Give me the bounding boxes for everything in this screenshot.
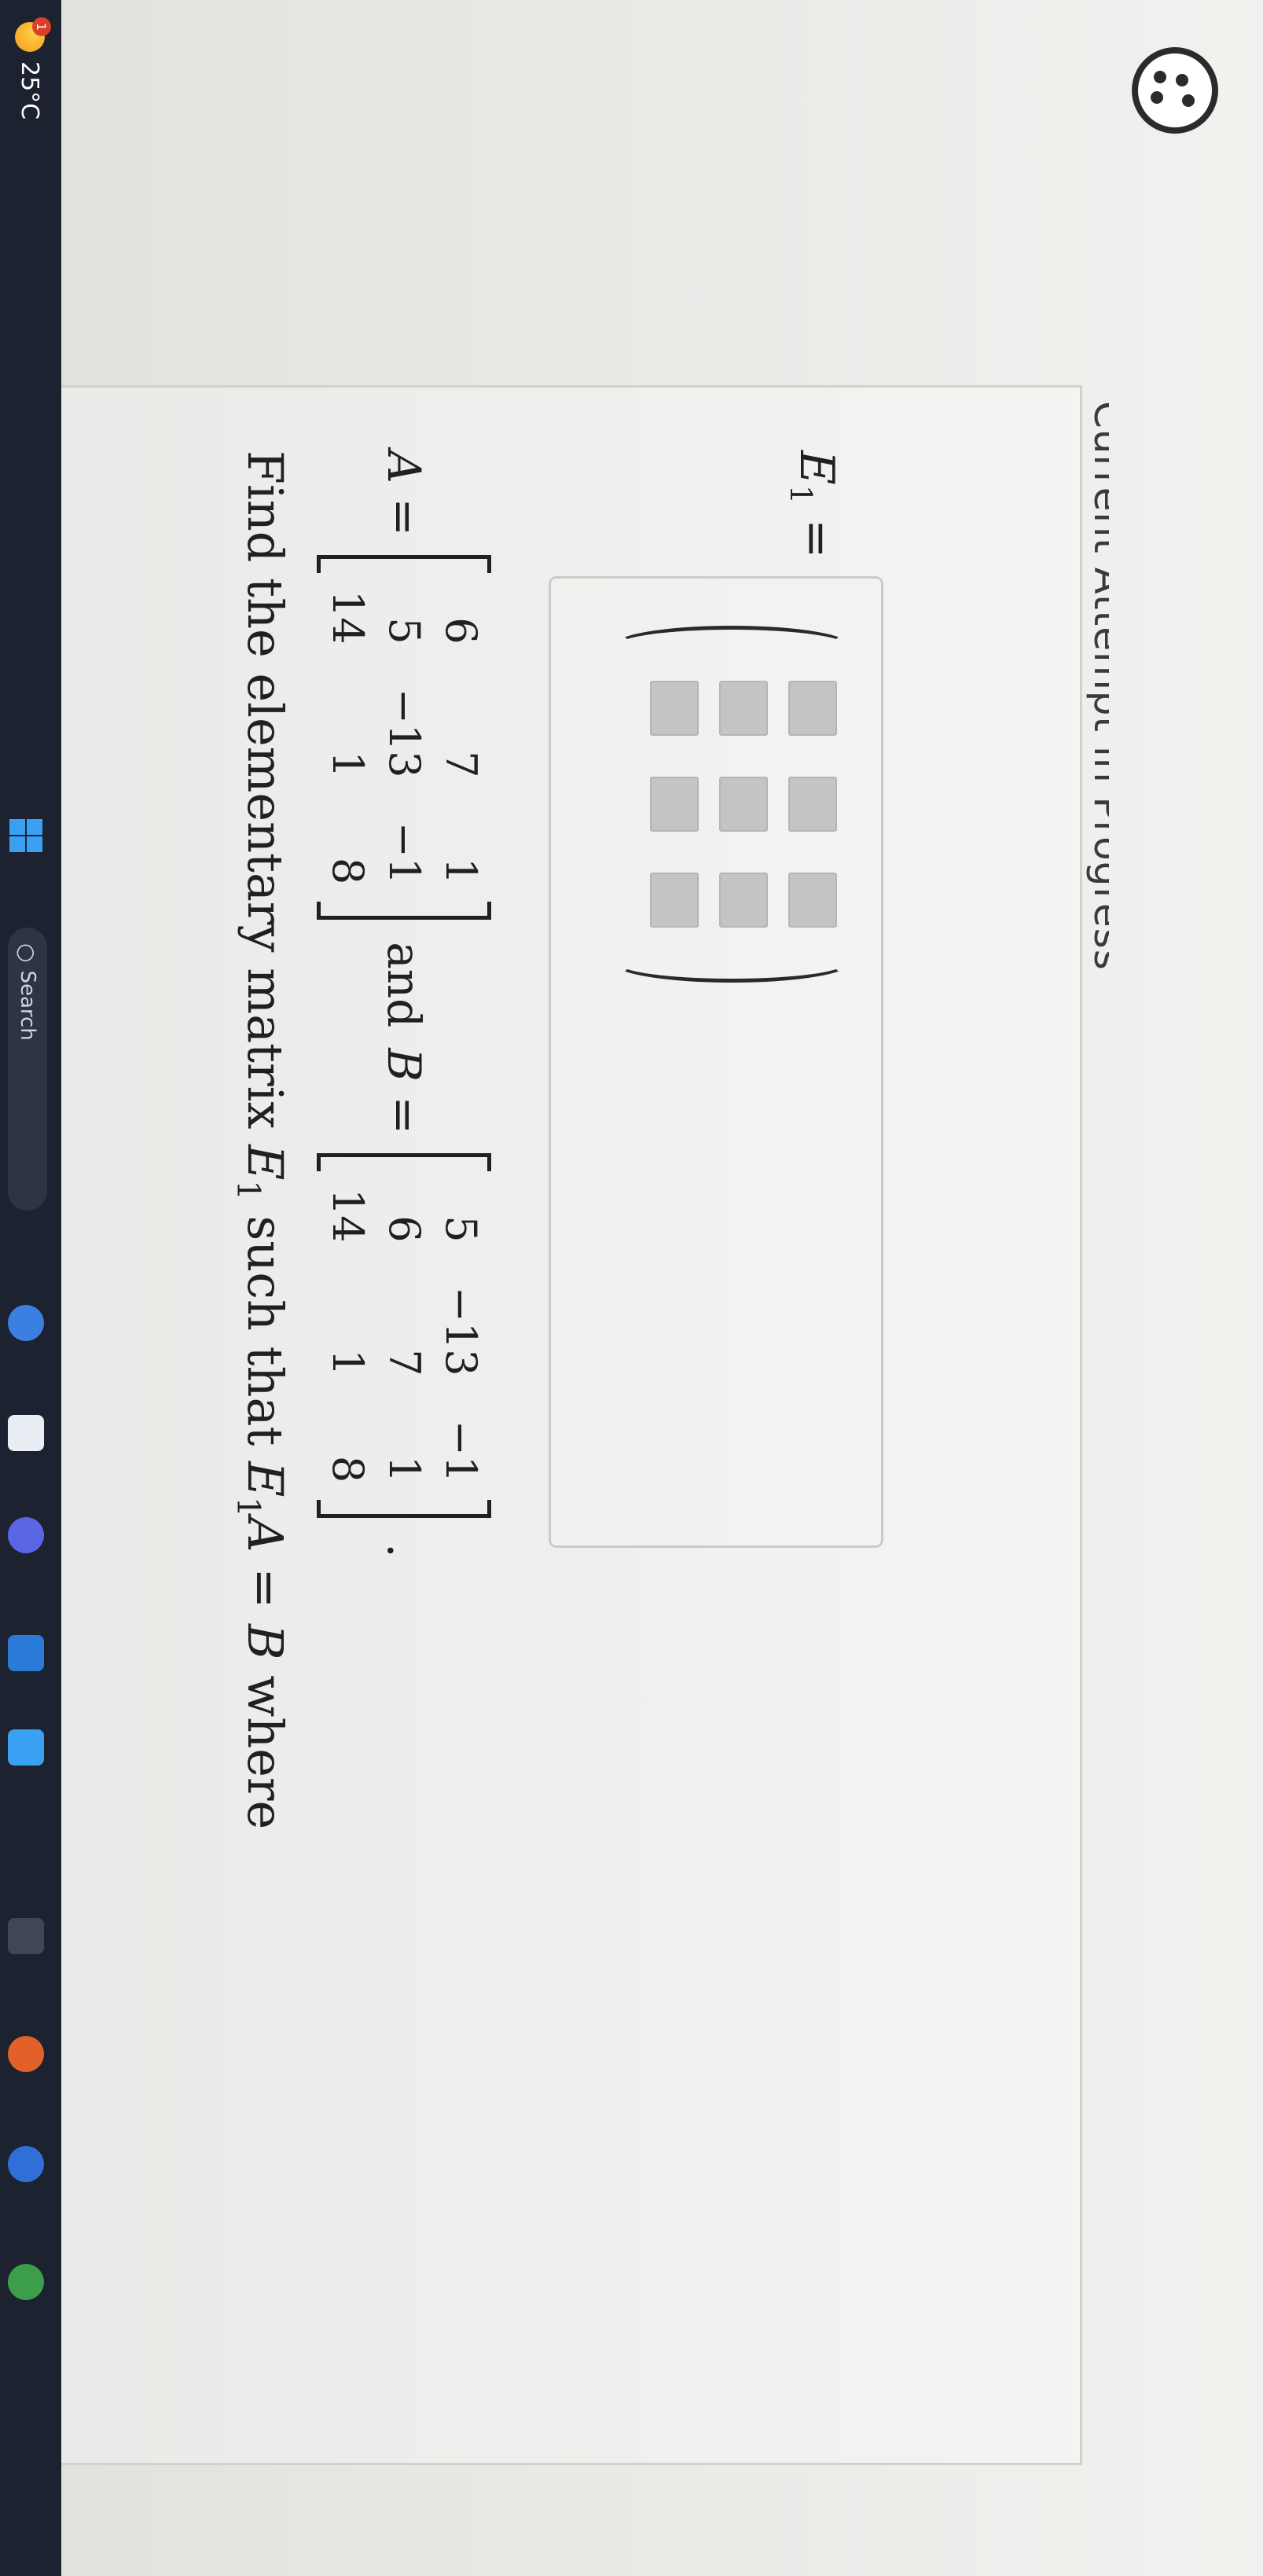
answer-cell-field[interactable]	[721, 778, 766, 830]
answer-cell-field[interactable]	[790, 874, 835, 926]
app-icon[interactable]	[8, 1918, 44, 1954]
left-bracket	[317, 1152, 491, 1171]
weather-widget[interactable]: 1 25°C	[5, 17, 55, 120]
weather-temperature: 25°C	[16, 61, 44, 120]
search-label: Search	[16, 970, 39, 1041]
question-panel: Find the elementary matrix E1 such that …	[0, 385, 1082, 2465]
browser-icon[interactable]	[8, 1305, 44, 1341]
matrix-a-entry: 8	[323, 857, 373, 885]
answer-cell-field[interactable]	[652, 874, 697, 926]
search-icon: ○	[14, 943, 41, 963]
equation-e-subscript: 1	[229, 1497, 266, 1517]
equation-a: A =	[237, 1516, 294, 1624]
answer-cell-field[interactable]	[652, 778, 697, 830]
answer-cell-input[interactable]	[650, 873, 699, 928]
matrix-a-entry: 5	[380, 617, 429, 645]
file-icon[interactable]	[8, 1415, 44, 1451]
palette-icon[interactable]	[1132, 47, 1218, 134]
answer-cell-input[interactable]	[650, 777, 699, 832]
equation-b: B	[237, 1623, 294, 1660]
screen: Current Attempt in Progress Find the ele…	[0, 0, 1263, 2576]
answer-cell-input[interactable]	[719, 777, 768, 832]
answer-cell-input[interactable]	[719, 873, 768, 928]
matrix-b-entry: −13	[436, 1286, 486, 1376]
prompt-text-middle: such that	[237, 1200, 294, 1462]
answer-label-equals: =	[789, 504, 844, 559]
matrix-b-entry: 8	[323, 1455, 373, 1483]
matrices-definition: A = 6 7 1 5 −13 −1 14 1 8 and B = 5 −13 −1 6 7 1 14 1 8 …	[310, 450, 498, 1558]
equation-e: E	[237, 1461, 294, 1497]
matrix-a-entries: 6 7 1 5 −13 −1 14 1 8	[317, 573, 491, 902]
prompt-text-end: where	[237, 1659, 294, 1830]
question-prompt: Find the elementary matrix E1 such that …	[230, 450, 294, 1829]
sun-icon: 1	[15, 17, 51, 52]
firefox-icon[interactable]	[8, 2036, 44, 2072]
matrix-b-entry: 14	[323, 1188, 373, 1243]
store-icon[interactable]	[8, 1635, 44, 1671]
matrix-a-label: A =	[377, 450, 431, 536]
right-bracket	[317, 1500, 491, 1519]
matrix-b-entry: 7	[380, 1349, 429, 1376]
matrix-a-entry: 7	[436, 751, 486, 778]
matrix-b-entry: −1	[436, 1420, 486, 1483]
matrix-a-entry: −1	[380, 821, 429, 885]
answer-cell-field[interactable]	[652, 682, 697, 734]
period: .	[377, 1543, 431, 1558]
answer-cell-input[interactable]	[788, 777, 837, 832]
app-icon[interactable]	[8, 2146, 44, 2182]
app-icon[interactable]	[8, 1517, 44, 1553]
and-word: and	[377, 942, 431, 1028]
taskbar: 1 25°C ○ Search	[0, 0, 61, 2576]
right-paren	[614, 943, 850, 983]
matrix-b-entry: 6	[380, 1215, 429, 1243]
matrix-b-entries: 5 −13 −1 6 7 1 14 1 8	[317, 1171, 491, 1500]
attempt-status-header: Current Attempt in Progress	[1085, 401, 1131, 971]
answer-label-e: E	[789, 450, 844, 485]
matrix-b-entry: 5	[436, 1215, 486, 1243]
matrix-a-entry: −13	[380, 688, 429, 778]
matrix-b: 5 −13 −1 6 7 1 14 1 8	[317, 1152, 491, 1519]
answer-cell-field[interactable]	[721, 682, 766, 734]
answer-label: E1 =	[784, 450, 844, 558]
matrix-a-label-text: A =	[377, 450, 431, 536]
matrix-b-label: B =	[377, 1048, 431, 1134]
answer-cell-field[interactable]	[721, 874, 766, 926]
answer-cell-field[interactable]	[790, 778, 835, 830]
right-bracket	[317, 902, 491, 921]
answer-matrix	[614, 626, 850, 983]
windows-start-icon[interactable]	[8, 818, 44, 854]
matrix-b-entry: 1	[323, 1349, 373, 1376]
answer-cell-input[interactable]	[788, 873, 837, 928]
matrix-b-entry: 1	[380, 1455, 429, 1483]
answer-cell-grid	[614, 665, 850, 943]
weather-badge: 1	[32, 17, 51, 36]
left-bracket	[317, 554, 491, 573]
matrix-a-entry: 1	[323, 751, 373, 778]
matrix-a: 6 7 1 5 −13 −1 14 1 8	[317, 554, 491, 921]
app-icon[interactable]	[8, 2264, 44, 2300]
matrix-a-entry: 1	[436, 857, 486, 885]
matrix-a-entry: 6	[436, 617, 486, 645]
answer-cell-input[interactable]	[650, 681, 699, 736]
answer-box	[549, 576, 883, 1548]
answer-cell-input[interactable]	[719, 681, 768, 736]
matrix-a-entry: 14	[323, 590, 373, 645]
answer-label-subscript: 1	[784, 484, 818, 504]
mail-icon[interactable]	[8, 1729, 44, 1766]
prompt-text-start: Find the elementary matrix	[237, 450, 294, 1145]
matrix-b-label-text: B =	[377, 1048, 431, 1134]
e-subscript: 1	[229, 1180, 266, 1200]
e-symbol: E	[237, 1145, 294, 1181]
answer-cell-field[interactable]	[790, 682, 835, 734]
left-paren	[614, 626, 850, 665]
answer-cell-input[interactable]	[788, 681, 837, 736]
taskbar-search-input[interactable]: ○ Search	[8, 928, 47, 1211]
